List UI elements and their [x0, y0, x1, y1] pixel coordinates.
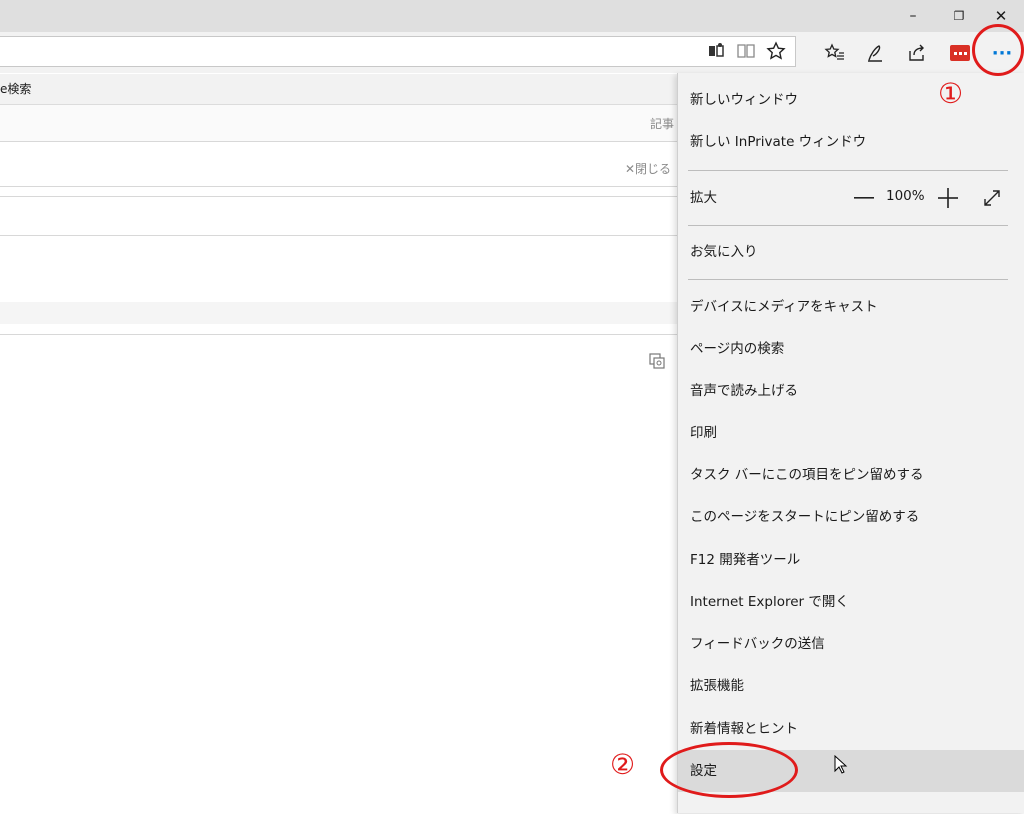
- mouse-cursor-icon: [834, 754, 848, 779]
- menu-item-zoom: 拡大: [678, 177, 1024, 219]
- reading-view-icon[interactable]: [699, 34, 733, 68]
- restore-button[interactable]: ❐: [936, 0, 982, 32]
- close-icon: ✕: [994, 7, 1008, 25]
- book-icon[interactable]: [729, 34, 763, 68]
- annotation-circle-more: [972, 24, 1024, 76]
- menu-item-find-on-page[interactable]: ページ内の検索: [678, 328, 1024, 370]
- divider: [0, 186, 680, 187]
- menu-separator: [688, 225, 1008, 226]
- favorites-bar-item[interactable]: e検索: [0, 82, 31, 96]
- menu-separator: [688, 170, 1008, 171]
- menu-item-new-inprivate-window[interactable]: 新しい InPrivate ウィンドウ: [678, 121, 1024, 163]
- menu-item-new-window[interactable]: 新しいウィンドウ: [678, 79, 1024, 121]
- minimize-icon: –: [909, 8, 917, 24]
- address-bar[interactable]: [0, 36, 796, 67]
- menu-separator: [688, 279, 1008, 280]
- restore-icon: ❐: [953, 9, 965, 23]
- menu-item-read-aloud[interactable]: 音声で読み上げる: [678, 370, 1024, 412]
- divider: [0, 235, 680, 236]
- zoom-value: 100%: [886, 188, 925, 204]
- copy-link-icon[interactable]: [648, 352, 666, 374]
- favorites-list-icon[interactable]: [818, 36, 852, 70]
- share-icon[interactable]: [900, 36, 934, 70]
- divider: [0, 196, 680, 197]
- minimize-button[interactable]: –: [890, 0, 936, 32]
- notice-bar: ✕閉じる: [0, 142, 680, 186]
- menu-item-print[interactable]: 印刷: [678, 412, 1024, 454]
- menu-item-extensions[interactable]: 拡張機能: [678, 665, 1024, 707]
- fullscreen-button[interactable]: [980, 187, 1004, 209]
- menu-item-dev-tools[interactable]: F12 開発者ツール: [678, 539, 1024, 581]
- zoom-in-button[interactable]: [936, 187, 960, 209]
- favorites-bar: e検索: [0, 74, 680, 105]
- article-label: 記事: [650, 117, 675, 131]
- annotation-step-2: ②: [610, 748, 636, 781]
- menu-item-cast-media[interactable]: デバイスにメディアをキャスト: [678, 286, 1024, 328]
- menu-item-pin-start[interactable]: このページをスタートにピン留めする: [678, 496, 1024, 538]
- close-notice-button[interactable]: ✕閉じる: [625, 160, 671, 177]
- browser-toolbar: ···: [0, 32, 1024, 75]
- more-actions-menu: 新しいウィンドウ 新しい InPrivate ウィンドウ 拡大 100% お気に…: [677, 73, 1024, 813]
- annotation-circle-settings: [660, 742, 798, 798]
- menu-item-favorites[interactable]: お気に入り: [678, 231, 1024, 273]
- content-band: [0, 302, 680, 324]
- menu-item-send-feedback[interactable]: フィードバックの送信: [678, 623, 1024, 665]
- title-bar: – ❐ ✕: [0, 0, 1024, 32]
- menu-item-open-ie[interactable]: Internet Explorer で開く: [678, 581, 1024, 623]
- article-header: 記事: [0, 105, 680, 141]
- divider: [0, 334, 680, 335]
- pen-icon[interactable]: [858, 36, 892, 70]
- zoom-out-button[interactable]: [852, 187, 876, 209]
- menu-item-pin-taskbar[interactable]: タスク バーにこの項目をピン留めする: [678, 454, 1024, 496]
- annotation-step-1: ①: [938, 77, 964, 110]
- zoom-label: 拡大: [690, 190, 717, 206]
- favorite-star-icon[interactable]: [759, 34, 793, 68]
